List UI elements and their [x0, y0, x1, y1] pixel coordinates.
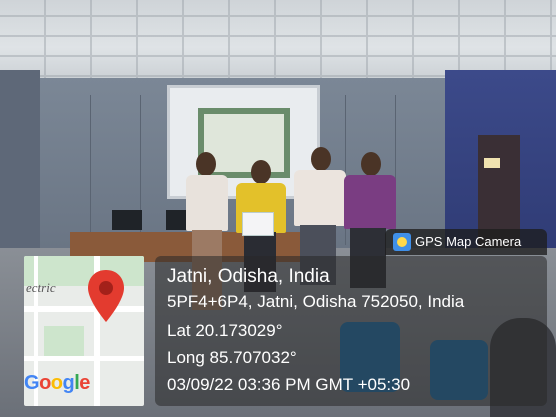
google-letter: g — [62, 372, 75, 394]
location-pin-icon — [88, 270, 124, 322]
google-logo: Google — [24, 372, 90, 395]
slide-content — [204, 114, 284, 172]
map-thumbnail: ectric Google — [24, 256, 144, 406]
google-letter: G — [24, 372, 40, 394]
left-wall — [0, 70, 40, 260]
google-letter: o — [50, 372, 63, 394]
photo-frame: GPS Map Camera ectric Google Jatni, Odis… — [0, 0, 556, 417]
certificate — [242, 212, 274, 236]
wall-panel-line — [90, 95, 91, 245]
gps-camera-badge: GPS Map Camera — [385, 229, 547, 255]
google-letter: o — [39, 372, 51, 394]
location-address: 5PF4+6P4, Jatni, Odisha 752050, India — [167, 292, 465, 311]
longitude: Long 85.707032° — [167, 348, 297, 367]
location-info-panel: Jatni, Odisha, India 5PF4+6P4, Jatni, Od… — [155, 256, 547, 406]
timestamp: 03/09/22 03:36 PM GMT +05:30 — [167, 375, 411, 394]
location-title: Jatni, Odisha, India — [167, 266, 330, 287]
monitor — [112, 210, 142, 230]
exit-light — [484, 158, 500, 168]
map-street-label: ectric — [26, 280, 56, 295]
google-letter: e — [79, 372, 90, 394]
latitude: Lat 20.173029° — [167, 321, 283, 340]
badge-label: GPS Map Camera — [415, 234, 522, 249]
camera-app-icon — [393, 233, 411, 251]
